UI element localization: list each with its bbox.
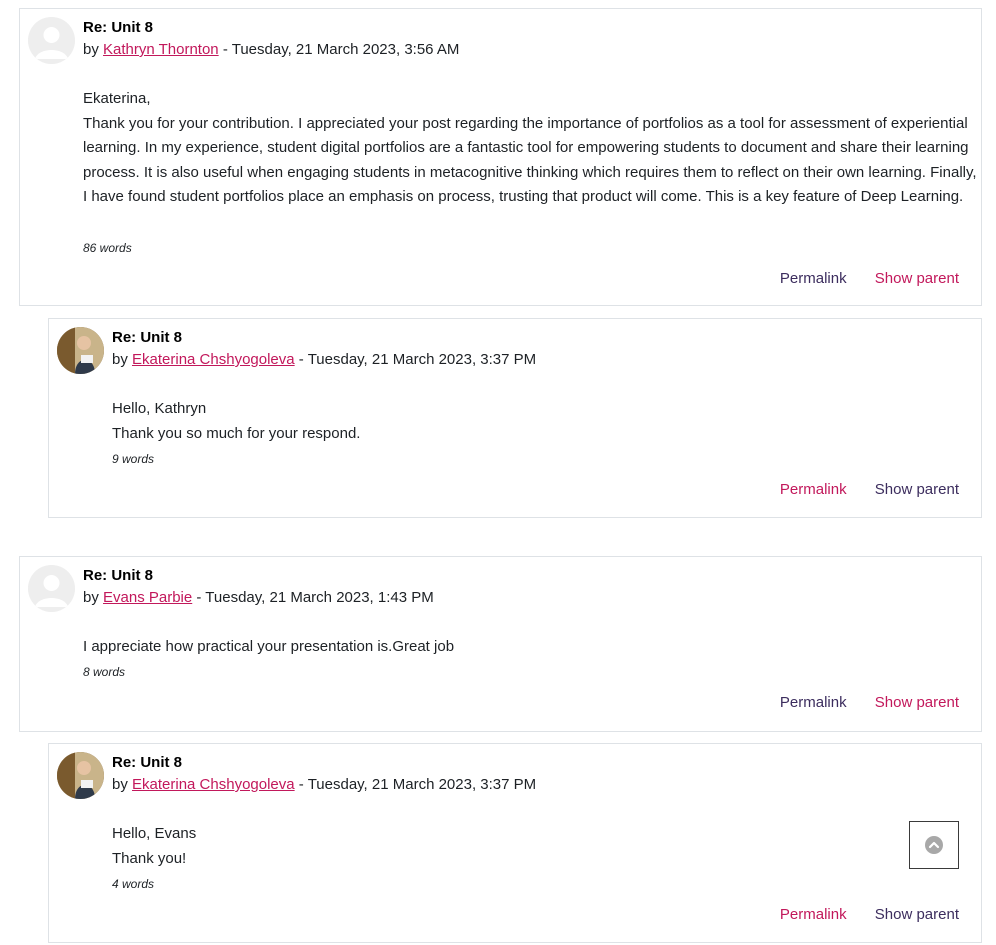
permalink-link[interactable]: Permalink — [780, 481, 847, 498]
permalink-link[interactable]: Permalink — [780, 906, 847, 923]
post-byline: by Kathryn Thornton - Tuesday, 21 March … — [83, 41, 459, 58]
post-byline: by Ekaterina Chshyogoleva - Tuesday, 21 … — [112, 351, 536, 368]
word-count: 8 words — [83, 665, 126, 679]
post-body: Ekaterina, Thank you for your contributi… — [83, 87, 978, 210]
post-byline: by Evans Parbie - Tuesday, 21 March 2023… — [83, 589, 434, 606]
post-body: I appreciate how practical your presenta… — [83, 635, 963, 660]
default-user-icon — [28, 17, 75, 64]
avatar[interactable] — [57, 327, 104, 374]
avatar[interactable] — [28, 17, 75, 64]
post-paragraph: Thank you so much for your respond. — [112, 424, 361, 442]
post-actions: Permalink Show parent — [756, 906, 959, 923]
post-body: Hello, Evans Thank you! — [112, 822, 812, 871]
author-link[interactable]: Kathryn Thornton — [103, 41, 219, 58]
post-date: - Tuesday, 21 March 2023, 3:56 AM — [222, 41, 460, 58]
author-link[interactable]: Ekaterina Chshyogoleva — [132, 351, 295, 368]
author-link[interactable]: Ekaterina Chshyogoleva — [132, 776, 295, 793]
forum-post: Re: Unit 8 by Kathryn Thornton - Tuesday… — [19, 8, 982, 306]
default-user-icon — [28, 565, 75, 612]
post-paragraph: Thank you for your contribution. I appre… — [83, 114, 977, 206]
post-byline: by Ekaterina Chshyogoleva - Tuesday, 21 … — [112, 776, 536, 793]
post-title: Re: Unit 8 — [112, 754, 183, 771]
chevron-up-circle-icon — [925, 836, 943, 854]
word-count: 9 words — [112, 452, 155, 466]
post-actions: Permalink Show parent — [756, 481, 959, 498]
permalink-link[interactable]: Permalink — [780, 270, 847, 287]
post-body: Hello, Kathryn Thank you so much for you… — [112, 397, 972, 446]
show-parent-link[interactable]: Show parent — [875, 694, 959, 711]
avatar[interactable] — [28, 565, 75, 612]
avatar[interactable] — [57, 752, 104, 799]
post-actions: Permalink Show parent — [756, 270, 959, 287]
post-date: - Tuesday, 21 March 2023, 1:43 PM — [196, 589, 434, 606]
by-label: by — [83, 589, 99, 606]
user-photo-icon — [57, 752, 104, 799]
post-paragraph: Hello, Evans — [112, 825, 197, 842]
back-to-top-button[interactable] — [909, 821, 959, 869]
word-count: 86 words — [83, 241, 132, 255]
author-link[interactable]: Evans Parbie — [103, 589, 192, 606]
show-parent-link[interactable]: Show parent — [875, 270, 959, 287]
forum-post: Re: Unit 8 by Ekaterina Chshyogoleva - T… — [48, 318, 982, 518]
post-date: - Tuesday, 21 March 2023, 3:37 PM — [298, 351, 537, 368]
show-parent-link[interactable]: Show parent — [875, 481, 959, 498]
post-title: Re: Unit 8 — [112, 329, 183, 346]
by-label: by — [112, 776, 128, 793]
post-actions: Permalink Show parent — [756, 694, 959, 711]
post-date: - Tuesday, 21 March 2023, 3:37 PM — [298, 776, 537, 793]
user-photo-icon — [57, 327, 104, 374]
post-title: Re: Unit 8 — [83, 567, 154, 584]
word-count: 4 words — [112, 877, 155, 891]
forum-post: Re: Unit 8 by Ekaterina Chshyogoleva - T… — [48, 743, 982, 943]
post-paragraph: Thank you! — [112, 849, 187, 867]
post-paragraph: Hello, Kathryn — [112, 400, 207, 417]
forum-post: Re: Unit 8 by Evans Parbie - Tuesday, 21… — [19, 556, 982, 732]
permalink-link[interactable]: Permalink — [780, 694, 847, 711]
post-paragraph: I appreciate how practical your presenta… — [83, 638, 455, 655]
by-label: by — [112, 351, 128, 368]
show-parent-link[interactable]: Show parent — [875, 906, 959, 923]
by-label: by — [83, 41, 99, 58]
post-paragraph: Ekaterina, — [83, 90, 151, 107]
post-title: Re: Unit 8 — [83, 19, 154, 36]
